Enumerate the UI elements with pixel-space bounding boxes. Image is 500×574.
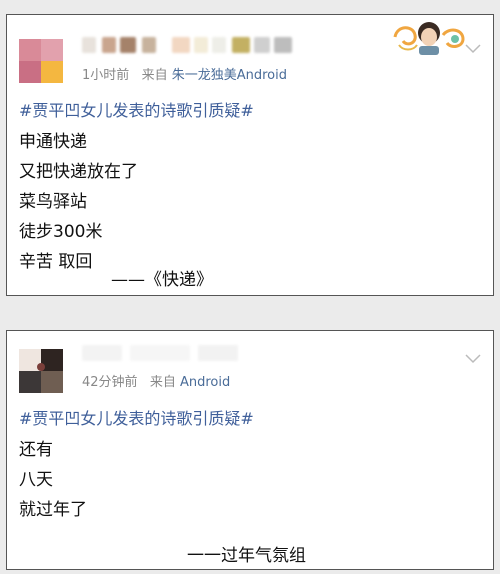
avatar[interactable] xyxy=(19,39,63,83)
avatar[interactable] xyxy=(19,349,63,393)
poem-line: 申通快递 xyxy=(19,132,87,152)
from-label: 来自 xyxy=(149,375,176,390)
post-time: 42分钟前 xyxy=(82,375,138,390)
post-body: 还有 八天 就过年了 xyxy=(19,435,87,525)
poem-line: 还有 xyxy=(19,440,53,460)
post-meta: 1小时前 来自 朱一龙独美Android xyxy=(82,64,287,83)
weibo-post-card: 42分钟前 来自 Android #贾平凹女儿发表的诗歌引质疑# 还有 八天 就… xyxy=(6,330,494,570)
poem-line: 又把快递放在了 xyxy=(19,162,138,182)
hashtag-link[interactable]: #贾平凹女儿发表的诗歌引质疑# xyxy=(19,97,254,121)
chevron-down-icon[interactable] xyxy=(465,349,481,364)
from-label: 来自 xyxy=(141,68,168,83)
poem-signature: ——《快递》 xyxy=(111,270,213,290)
post-time: 1小时前 xyxy=(82,68,130,83)
chevron-down-icon[interactable] xyxy=(465,39,481,54)
fan-badge[interactable] xyxy=(389,19,469,55)
poem-line: 徒步300米 xyxy=(19,222,103,242)
poem-line: 八天 xyxy=(19,470,53,490)
post-source[interactable]: 朱一龙独美Android xyxy=(172,68,287,83)
weibo-post-card: 1小时前 来自 朱一龙独美Android #贾平凹女儿发表的诗歌引质疑# 申通快… xyxy=(6,14,494,296)
fan-badge-icon xyxy=(393,22,465,55)
post-meta: 42分钟前 来自 Android xyxy=(82,371,230,390)
post-body: 申通快递 又把快递放在了 菜鸟驿站 徒步300米 辛苦 取回 xyxy=(19,127,138,277)
poem-line: 菜鸟驿站 xyxy=(19,192,87,212)
poem-line: 就过年了 xyxy=(19,500,87,520)
hashtag-link[interactable]: #贾平凹女儿发表的诗歌引质疑# xyxy=(19,405,254,429)
post-source[interactable]: Android xyxy=(180,375,230,390)
poem-signature: 一一过年气氛组 xyxy=(187,546,306,566)
